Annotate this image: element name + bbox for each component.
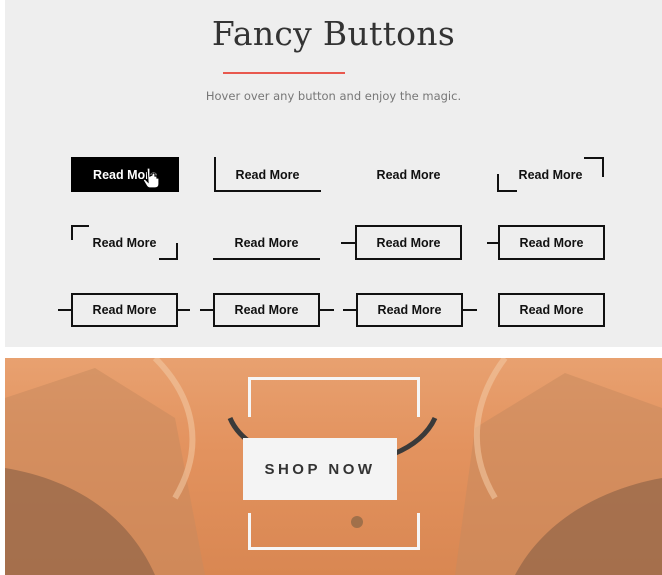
button-corner-bottom xyxy=(159,258,178,260)
read-more-button-5[interactable]: Read More xyxy=(71,225,178,260)
shop-now-label: SHOP NOW xyxy=(264,460,376,478)
button-connector-left xyxy=(341,242,355,244)
read-more-button-9[interactable]: Read More xyxy=(71,293,178,327)
button-connector-right xyxy=(320,309,334,311)
button-label: Read More xyxy=(519,303,584,317)
button-label: Read More xyxy=(518,167,583,182)
button-connector-left xyxy=(58,309,71,311)
button-border-left xyxy=(214,157,216,192)
button-corner-right xyxy=(602,157,604,177)
frame-top xyxy=(248,377,420,380)
button-label: Read More xyxy=(376,235,441,250)
page-title: Fancy Buttons xyxy=(211,14,456,53)
page-subtitle: Hover over any button and enjoy the magi… xyxy=(205,89,462,103)
button-corner-top xyxy=(584,157,604,159)
button-border-bottom xyxy=(213,258,320,260)
button-label: Read More xyxy=(234,235,299,250)
title-underline xyxy=(223,72,345,74)
frame-right-upper xyxy=(417,377,420,417)
shop-now-button[interactable]: SHOP NOW xyxy=(243,438,397,500)
frame-right-lower xyxy=(417,513,420,550)
button-label: Read More xyxy=(519,235,584,250)
hand-pointer-icon xyxy=(142,167,160,188)
frame-bottom xyxy=(248,547,420,550)
button-corner-bottom xyxy=(497,190,517,192)
button-label: Read More xyxy=(92,303,157,317)
button-label: Read More xyxy=(92,235,157,250)
button-connector-left xyxy=(200,309,213,311)
button-corner-top xyxy=(71,225,89,227)
read-more-button-10[interactable]: Read More xyxy=(213,293,320,327)
read-more-button-3[interactable]: Read More xyxy=(355,157,462,192)
frame-left-lower xyxy=(248,513,251,550)
read-more-button-6[interactable]: Read More xyxy=(213,225,320,260)
read-more-button-12[interactable]: Read More xyxy=(498,293,605,327)
read-more-button-7[interactable]: Read More xyxy=(355,225,462,260)
frame-left-upper xyxy=(248,377,251,417)
button-label: Read More xyxy=(377,303,442,317)
button-border-bottom xyxy=(214,190,321,192)
read-more-button-2[interactable]: Read More xyxy=(214,157,321,192)
read-more-button-8[interactable]: Read More xyxy=(498,225,605,260)
button-connector-left xyxy=(487,242,498,244)
button-connector-right xyxy=(178,309,190,311)
button-connector-right xyxy=(463,309,477,311)
button-label: Read More xyxy=(234,303,299,317)
button-label: Read More xyxy=(376,167,441,182)
read-more-button-11[interactable]: Read More xyxy=(356,293,463,327)
button-corner-left xyxy=(71,225,73,240)
button-connector-left xyxy=(343,309,356,311)
read-more-button-4[interactable]: Read More xyxy=(497,157,604,192)
button-label: Read More xyxy=(235,167,300,182)
